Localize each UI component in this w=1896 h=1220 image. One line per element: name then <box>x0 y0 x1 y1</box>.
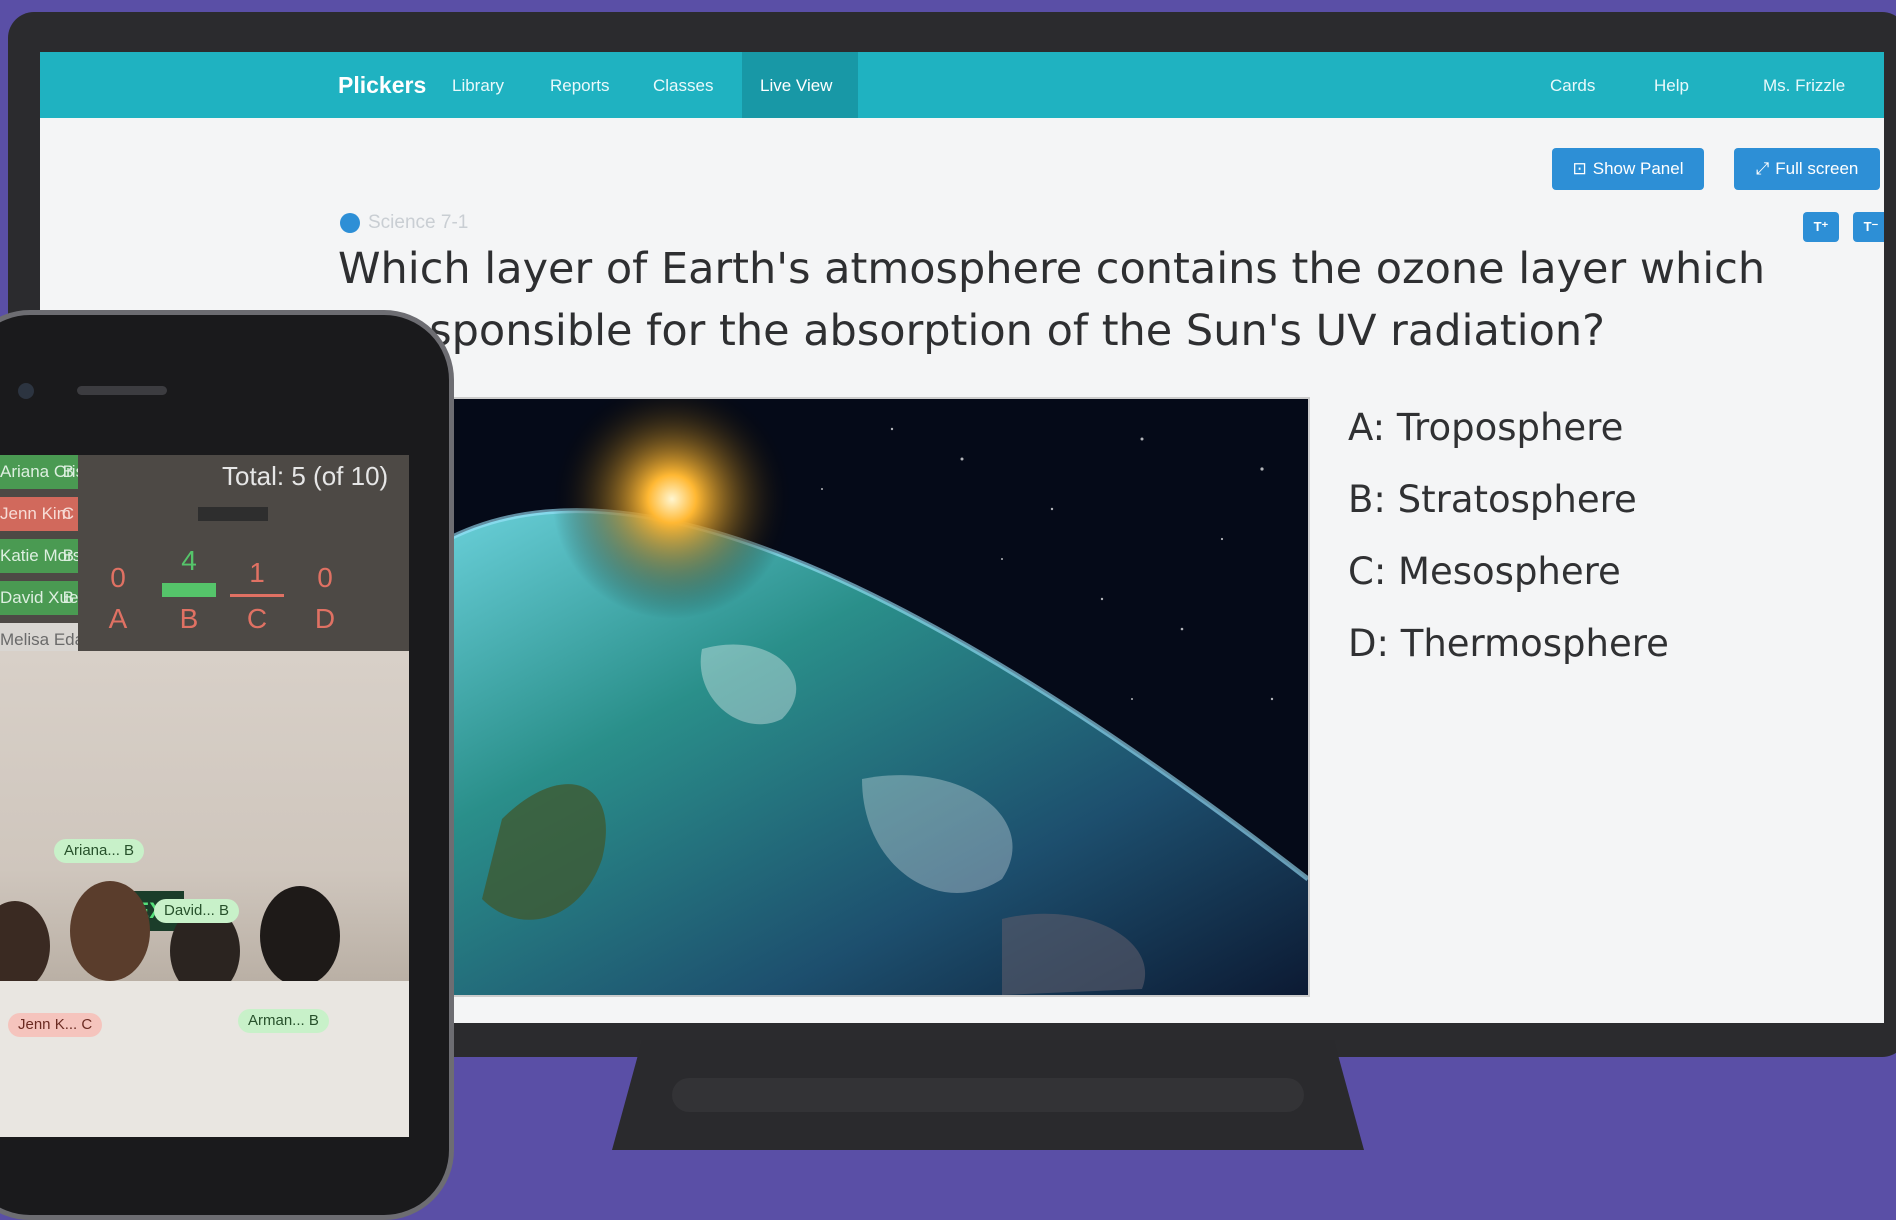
nav-library[interactable]: Library <box>452 76 504 96</box>
answer-d: D: Thermosphere <box>1348 622 1669 665</box>
phone-camera <box>18 383 34 399</box>
show-panel-button[interactable]: ⊡ Show Panel <box>1552 148 1704 190</box>
question-image <box>440 397 1310 997</box>
answer-list: A: Troposphere B: Stratosphere C: Mesosp… <box>1348 392 1669 680</box>
panel-icon: ⊡ <box>1572 159 1587 178</box>
answer-b: B: Stratosphere <box>1348 478 1637 521</box>
nav-cards[interactable]: Cards <box>1550 76 1595 96</box>
student-figure <box>70 881 150 981</box>
student-figure <box>260 886 340 986</box>
histogram-count-c: 1 <box>249 557 265 588</box>
camera-tag: Jenn K... C <box>8 1013 103 1037</box>
table-surface <box>0 981 409 1137</box>
student-answer: B <box>62 546 74 565</box>
phone-screen: Ariana Crisa...B Jenn KimC Katie MorseB … <box>0 455 409 1137</box>
full-screen-button[interactable]: ⤢ Full screen <box>1734 148 1880 190</box>
histogram-bar-c <box>230 594 284 597</box>
camera-tag: David... B <box>154 899 240 923</box>
student-name: Jenn Kim <box>0 504 71 523</box>
roster-row[interactable]: Ariana Crisa...B <box>0 455 78 489</box>
histogram-label-b: B <box>179 603 199 634</box>
nav-help[interactable]: Help <box>1654 76 1689 96</box>
student-name: Melisa Edalati <box>0 630 78 649</box>
histogram-label-c: C <box>246 603 268 634</box>
monitor-stand <box>612 1040 1364 1150</box>
roster-row[interactable]: David Xue B <box>0 581 78 615</box>
class-label: Science 7-1 <box>340 212 468 234</box>
student-answer: C <box>61 504 74 523</box>
student-roster: Ariana Crisa...B Jenn KimC Katie MorseB … <box>0 455 78 665</box>
student-answer: B <box>62 588 74 607</box>
text-size-up-button[interactable]: T⁺ <box>1803 212 1839 242</box>
brand-logo[interactable]: Plickers <box>338 72 426 99</box>
full-screen-label: Full screen <box>1775 159 1859 178</box>
show-panel-label: Show Panel <box>1592 159 1684 178</box>
camera-view: EXIT Ariana... B David... B Jenn K... C … <box>0 651 409 1137</box>
nav-classes[interactable]: Classes <box>653 76 713 96</box>
student-answer: B <box>62 462 74 481</box>
roster-row[interactable]: Jenn Kim C <box>0 497 78 531</box>
student-figure <box>0 901 50 991</box>
class-name: Science 7-1 <box>368 212 469 233</box>
histogram-count-b: 4 <box>181 545 197 576</box>
answer-c: C: Mesosphere <box>1348 550 1621 593</box>
phone-speaker <box>77 386 167 395</box>
camera-tag: Arman... B <box>238 1009 329 1033</box>
scan-indicator <box>198 507 268 521</box>
earth-from-space-image <box>442 399 1308 995</box>
question-text: Which layer of Earth's atmosphere contai… <box>338 244 1766 356</box>
expand-icon: ⤢ <box>1755 159 1770 178</box>
nav-reports[interactable]: Reports <box>550 76 610 96</box>
histogram-count-a: 0 <box>110 562 126 593</box>
nav-live-view[interactable]: Live View <box>742 52 858 118</box>
camera-tag: Ariana... B <box>54 839 145 863</box>
histogram-count-d: 0 <box>317 562 333 593</box>
histogram-label-d: D <box>314 603 336 634</box>
roster-row[interactable]: Katie MorseB <box>0 539 78 573</box>
histogram-label-a: A <box>108 603 128 634</box>
class-color-dot <box>340 213 360 233</box>
nav-user-menu[interactable]: Ms. Frizzle <box>1763 76 1845 96</box>
histogram-bar-b <box>162 583 216 597</box>
text-size-down-button[interactable]: T⁻ <box>1853 212 1884 242</box>
nav-live-view-label: Live View <box>760 76 833 95</box>
answer-a: A: Troposphere <box>1348 406 1624 449</box>
top-nav: Plickers Library Reports Classes Live Vi… <box>40 52 1884 118</box>
response-total: Total: 5 (of 10) <box>222 461 389 491</box>
